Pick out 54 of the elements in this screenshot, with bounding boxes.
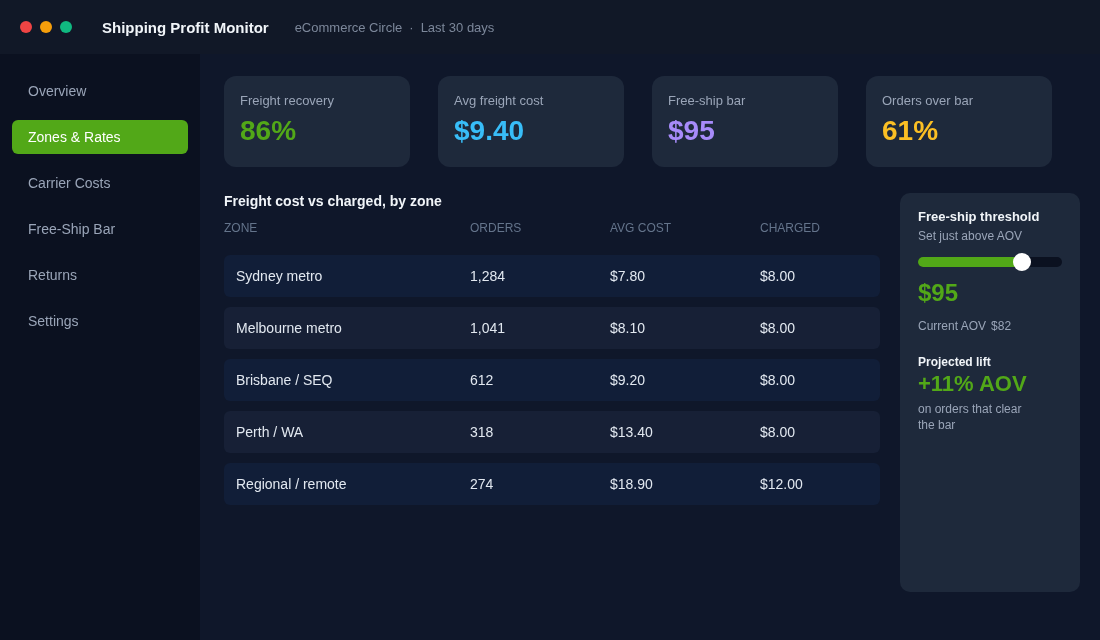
stat-value: $9.40 [454, 115, 526, 147]
table-cell-text: $9.20 [610, 372, 647, 388]
table-title: Freight cost vs charged, by zone [224, 193, 443, 209]
column-header: AVG COST [610, 221, 673, 235]
close-dot-icon[interactable] [20, 21, 32, 33]
maximize-dot-icon[interactable] [60, 21, 72, 33]
table-cell-text: Sydney metro [236, 268, 324, 284]
threshold-value: $95 [918, 279, 960, 307]
sidebar-item[interactable]: Free-Ship Bar [12, 212, 188, 246]
column-header: ORDERS [470, 221, 523, 235]
slider-thumb[interactable] [1012, 253, 1031, 271]
panel-title: Free-ship threshold [918, 209, 1041, 224]
stat-label: Free-ship bar [668, 93, 747, 108]
window-title: Shipping Profit Monitor [102, 18, 269, 36]
stat-value: 61% [882, 115, 940, 147]
minimize-dot-icon[interactable] [40, 21, 52, 33]
date-range: Last 30 days [420, 19, 495, 35]
stat-label: Freight recovery [240, 93, 335, 108]
table-cell-text: $8.00 [760, 320, 797, 336]
lift-label: Projected lift [918, 355, 992, 369]
table-cell-text: $18.90 [610, 476, 654, 492]
table-cell-text: 1,041 [470, 320, 507, 336]
table-cell-text: $8.00 [760, 424, 797, 440]
table-cell-text: $8.10 [610, 320, 647, 336]
sidebar-item[interactable]: Settings [12, 304, 188, 338]
column-header: ZONE [224, 221, 259, 235]
sidebar-item[interactable]: Returns [12, 258, 188, 292]
table-cell-text: Melbourne metro [236, 320, 343, 336]
table-cell-text: 612 [470, 372, 495, 388]
table-cell-text: 274 [470, 476, 495, 492]
separator-dot: · [409, 19, 414, 35]
table-cell-text: 318 [470, 424, 495, 440]
table-cell-text: $7.80 [610, 268, 647, 284]
sidebar-item[interactable]: Carrier Costs [12, 166, 188, 200]
table-cell-text: Brisbane / SEQ [236, 372, 334, 388]
sidebar-item[interactable]: Overview [12, 74, 188, 108]
table-cell-text: Regional / remote [236, 476, 348, 492]
table-cell-text: $8.00 [760, 372, 797, 388]
table-cell-text: $8.00 [760, 268, 797, 284]
table-cell-text: $12.00 [760, 476, 804, 492]
table-cell-text: Perth / WA [236, 424, 305, 440]
column-header: CHARGED [760, 221, 821, 235]
panel-subtitle: Set just above AOV [918, 229, 1024, 243]
table-cell-text: $13.40 [610, 424, 654, 440]
store-name: eCommerce Circle [294, 19, 403, 35]
lift-value: +11% AOV [918, 371, 1028, 397]
current-aov-value: $82 [991, 319, 1012, 333]
current-aov-label: Current AOV [918, 319, 987, 333]
stat-label: Avg freight cost [454, 93, 545, 108]
stat-label: Orders over bar [882, 93, 975, 108]
stat-value: $95 [668, 115, 716, 147]
table-cell-text: 1,284 [470, 268, 507, 284]
stat-value: 86% [240, 115, 298, 147]
lift-note: on orders that clear the bar [918, 401, 1023, 433]
